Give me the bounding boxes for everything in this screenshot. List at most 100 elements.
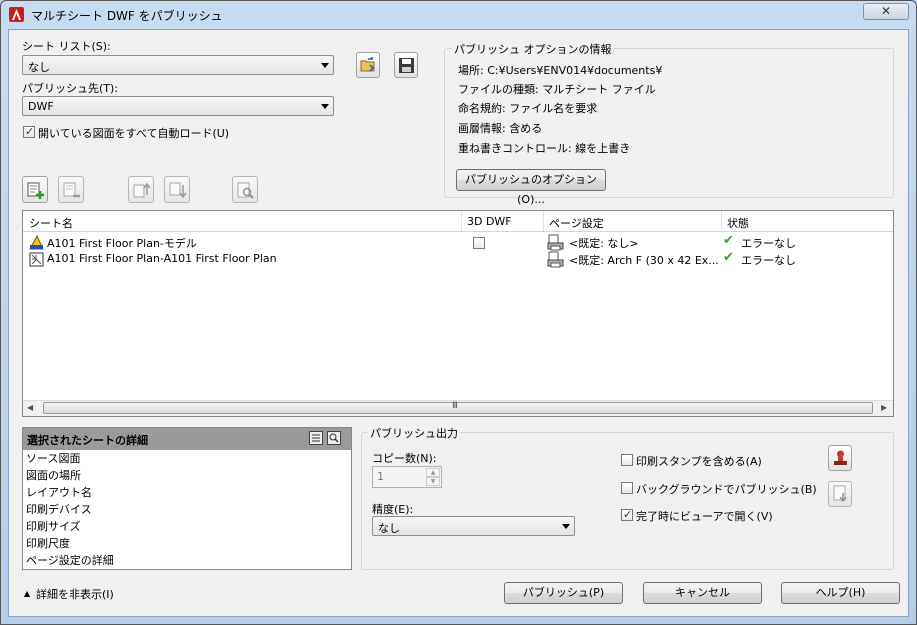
autocad-logo-icon (9, 7, 24, 22)
zoom-icon (329, 433, 339, 443)
spin-up-icon[interactable]: ▲ (426, 468, 440, 477)
detail-plot-device: 印刷デバイス (26, 503, 92, 516)
move-sheet-down-button[interactable] (164, 176, 190, 203)
detail-plot-size: 印刷サイズ (26, 520, 81, 533)
horizontal-scrollbar[interactable]: ◀ III ▶ (23, 400, 893, 416)
precision-label: 精度(E): (372, 503, 414, 516)
title-bar[interactable]: マルチシート DWF をパブリッシュ ✕ (1, 1, 916, 28)
copies-spinner[interactable]: 1 ▲ ▼ (372, 466, 442, 488)
open-viewer-label: 完了時にビューアで開く(V) (636, 510, 773, 523)
page-setup-value: <既定: なし> (569, 237, 639, 250)
detail-plot-scale: 印刷尺度 (26, 537, 70, 550)
load-sheet-list-button[interactable] (356, 52, 380, 78)
column-status[interactable]: 状態 (727, 215, 749, 231)
save-sheet-list-button[interactable] (394, 52, 418, 78)
option-location: 場所: C:¥Users¥ENV014¥documents¥ (458, 64, 663, 77)
chevron-down-icon (562, 524, 570, 529)
spin-down-icon[interactable]: ▼ (426, 477, 440, 486)
list-view-icon (312, 434, 320, 442)
scroll-left-icon[interactable]: ◀ (27, 403, 33, 412)
detail-layout-name: レイアウト名 (26, 486, 92, 499)
details-header: 選択されたシートの詳細 (23, 428, 351, 450)
option-lineweight: 重ね書きコントロール: 線を上書き (458, 142, 631, 155)
help-button[interactable]: ヘルプ(H) (781, 582, 900, 604)
status-ok-icon: ✔ (723, 250, 734, 265)
publish-to-label: パブリッシュ先(T): (22, 82, 119, 95)
open-viewer-checkbox[interactable] (621, 508, 633, 521)
load-stamp-button[interactable] (828, 481, 852, 507)
details-list: ソース図面 図面の場所 レイアウト名 印刷デバイス 印刷サイズ 印刷尺度 ページ… (23, 450, 351, 569)
copies-value: 1 (377, 470, 384, 483)
close-button[interactable]: ✕ (863, 3, 909, 20)
sheet-name: A101 First Floor Plan-モデル (47, 237, 197, 250)
cancel-button[interactable]: キャンセル (643, 582, 762, 604)
chevron-down-icon (321, 104, 329, 109)
auto-load-label: 開いている図面をすべて自動ロード(U) (38, 127, 230, 140)
publish-options-title: パブリッシュ オプションの情報 (452, 41, 614, 57)
preview-button[interactable] (232, 176, 258, 203)
sheet-list-select[interactable]: なし (22, 55, 334, 75)
page-setup-value: <既定: Arch F (30 x 42 Ex... (569, 254, 719, 267)
details-view-button[interactable] (309, 431, 323, 445)
page-setup-icon (547, 234, 564, 251)
table-header: シート名 3D DWF ページ設定 状態 (23, 211, 893, 232)
sheet-name: A101 First Floor Plan-A101 First Floor P… (47, 252, 277, 265)
sheet-list-label: シート リスト(S): (22, 40, 111, 53)
column-divider[interactable] (721, 211, 722, 231)
publish-output-title: パブリッシュ出力 (368, 425, 460, 441)
publish-button[interactable]: パブリッシュ(P) (504, 582, 623, 604)
window-title: マルチシート DWF をパブリッシュ (31, 9, 223, 23)
collapse-arrow-icon[interactable]: ▲ (24, 589, 30, 598)
copies-label: コピー数(N): (372, 452, 437, 465)
page-setup-icon (547, 251, 564, 268)
sheet-table: シート名 3D DWF ページ設定 状態 A101 First Floor Pl… (22, 210, 894, 417)
remove-sheets-button[interactable] (58, 176, 84, 203)
precision-value: なし (378, 522, 400, 535)
publish-to-value: DWF (28, 100, 54, 113)
table-row[interactable]: A101 First Floor Plan-モデル <既定: なし> ✔ エラー… (23, 233, 893, 251)
table-row[interactable]: A101 First Floor Plan-A101 First Floor P… (23, 250, 893, 268)
move-down-icon (169, 182, 187, 199)
column-page-setup[interactable]: ページ設定 (549, 215, 604, 231)
publish-output-group (361, 432, 894, 570)
sheet-list-value: なし (28, 61, 50, 74)
column-3d-dwf[interactable]: 3D DWF (467, 215, 512, 228)
status-ok-icon: ✔ (723, 233, 734, 248)
stamp-icon (834, 450, 847, 465)
sheet-details-panel: 選択されたシートの詳細 ソース図面 図面の場所 レイアウト名 印刷デバイス 印刷… (22, 427, 352, 570)
background-publish-checkbox[interactable] (621, 482, 633, 494)
status-text: エラーなし (741, 254, 796, 267)
details-preview-button[interactable] (327, 431, 341, 445)
publish-options-button[interactable]: パブリッシュのオプション(O)... (456, 169, 606, 206)
add-sheets-button[interactable] (22, 176, 48, 203)
scroll-right-icon[interactable]: ▶ (881, 403, 887, 412)
model-sheet-icon (29, 235, 44, 250)
option-file-type: ファイルの種類: マルチシート ファイル (458, 83, 656, 96)
column-sheet-name[interactable]: シート名 (29, 215, 73, 231)
open-folder-icon (360, 57, 375, 72)
layout-sheet-icon (29, 252, 44, 267)
scroll-grip: III (452, 401, 458, 411)
hide-details-link[interactable]: 詳細を非表示(I) (36, 586, 114, 602)
scroll-thumb[interactable]: III (43, 401, 873, 414)
column-divider[interactable] (543, 211, 544, 231)
detail-page-setup: ページ設定の詳細 (26, 554, 114, 567)
preview-magnifier-icon (237, 182, 254, 199)
auto-load-checkbox[interactable] (23, 125, 35, 138)
add-sheet-icon (27, 182, 44, 199)
move-sheet-up-button[interactable] (128, 176, 154, 203)
details-title: 選択されたシートの詳細 (27, 434, 148, 447)
status-text: エラーなし (741, 237, 796, 250)
plot-stamp-settings-button[interactable] (828, 445, 852, 471)
move-up-icon (133, 182, 151, 198)
precision-select[interactable]: なし (372, 516, 575, 536)
column-divider[interactable] (461, 211, 462, 231)
publish-to-select[interactable]: DWF (22, 96, 334, 116)
3d-dwf-checkbox[interactable] (473, 237, 485, 249)
detail-source-drawing: ソース図面 (26, 452, 81, 465)
chevron-down-icon (321, 63, 329, 68)
option-layer-info: 画層情報: 含める (458, 122, 543, 135)
page-down-arrow-icon (833, 485, 847, 503)
plot-stamp-checkbox[interactable] (621, 454, 633, 466)
close-icon: ✕ (880, 4, 892, 18)
